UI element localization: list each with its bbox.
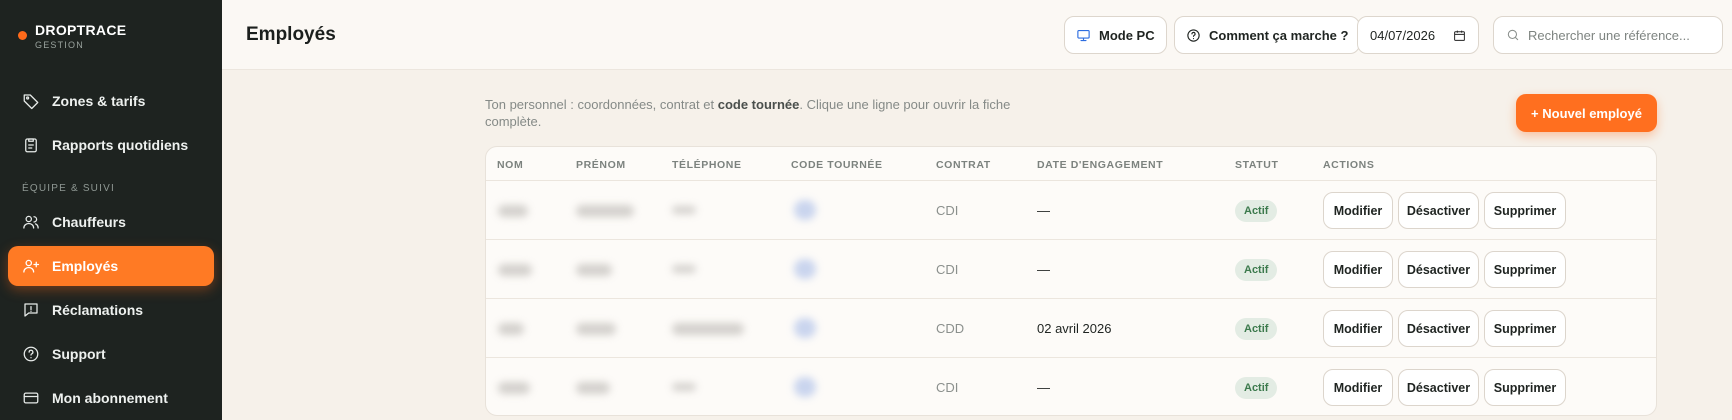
user-plus-icon [23,259,40,273]
column-header-nom[interactable]: NOM [497,159,523,171]
sidebar-item-zones-tarifs[interactable]: Zones & tarifs [8,81,214,121]
monitor-icon [1077,29,1090,41]
sidebar-item-reclamations[interactable]: Réclamations [8,290,214,330]
calendar-icon[interactable] [1453,29,1466,42]
redacted-phone [672,206,696,214]
tag-icon [23,94,39,110]
delete-button[interactable]: Supprimer [1484,251,1566,288]
redacted-tour-code [794,259,816,279]
redacted-name [498,205,528,217]
table-row[interactable]: CDD 02 avril 2026 Actif Modifier Désacti… [486,299,1656,358]
search-input[interactable] [1528,27,1708,43]
how-it-works-button[interactable]: Comment ça marche ? [1174,16,1361,54]
table-row[interactable]: CDI — Actif Modifier Désactiver Supprime… [486,181,1656,240]
hire-date-cell: — [1037,380,1050,395]
status-badge: Actif [1235,318,1278,340]
redacted-name [498,382,530,394]
message-alert-icon [24,303,38,317]
mode-pc-label: Mode PC [1099,27,1155,43]
users-icon [23,215,39,229]
status-badge: Actif [1235,259,1278,281]
column-header-prenom[interactable]: PRÉNOM [576,159,626,171]
contract-cell: CDD [936,321,965,336]
employees-table: NOM PRÉNOM TÉLÉPHONE CODE TOURNÉE CONTRA… [485,146,1657,416]
redacted-phone [672,383,696,391]
sidebar-item-support[interactable]: Support [8,334,214,374]
deactivate-button[interactable]: Désactiver [1398,369,1479,406]
new-employee-button[interactable]: + Nouvel employé [1516,94,1657,132]
search-icon [1507,29,1519,41]
column-header-telephone[interactable]: TÉLÉPHONE [672,159,742,171]
contract-cell: CDI [936,380,959,395]
redacted-tour-code [794,377,816,397]
edit-button[interactable]: Modifier [1323,369,1393,406]
sidebar-item-label: Zones & tarifs [52,93,146,109]
sidebar-item-label: Mon abonnement [52,390,168,406]
table-row[interactable]: CDI — Actif Modifier Désactiver Supprime… [486,240,1656,299]
redacted-tour-code [794,318,816,338]
delete-button[interactable]: Supprimer [1484,192,1566,229]
brand-dot-icon [18,31,27,40]
search-box[interactable] [1493,16,1723,54]
sidebar-item-chauffeurs[interactable]: Chauffeurs [8,202,214,242]
nav-section-label: ÉQUIPE & SUIVI [22,183,115,194]
redacted-firstname [576,205,634,217]
credit-card-icon [23,392,39,404]
status-badge: Actif [1235,200,1278,222]
help-circle-icon [1187,28,1200,42]
sidebar-item-label: Chauffeurs [52,214,126,230]
date-picker[interactable]: 04/07/2026 [1357,16,1479,54]
hire-date-cell: — [1037,203,1050,218]
column-header-statut[interactable]: STATUT [1235,159,1278,171]
column-header-date-engagement[interactable]: DATE D'ENGAGEMENT [1037,159,1163,171]
page-title: Employés [246,24,336,45]
column-header-actions: ACTIONS [1323,159,1375,171]
redacted-phone [672,323,744,335]
redacted-phone [672,265,696,273]
delete-button[interactable]: Supprimer [1484,369,1566,406]
edit-button[interactable]: Modifier [1323,192,1393,229]
sidebar-item-abonnement[interactable]: Mon abonnement [8,378,214,418]
sidebar-item-label: Employés [52,258,119,274]
redacted-firstname [576,382,610,394]
redacted-tour-code [794,200,816,220]
hire-date-cell: — [1037,262,1050,277]
intro-text: Ton personnel : coordonnées, contrat et [485,97,718,112]
deactivate-button[interactable]: Désactiver [1398,310,1479,347]
sidebar-item-label: Rapports quotidiens [52,137,189,153]
redacted-firstname [576,264,612,276]
contract-cell: CDI [936,203,959,218]
brand[interactable]: DROPTRACE GESTION [18,22,126,50]
delete-button[interactable]: Supprimer [1484,310,1566,347]
table-header: NOM PRÉNOM TÉLÉPHONE CODE TOURNÉE CONTRA… [486,147,1656,181]
column-header-contrat[interactable]: CONTRAT [936,159,991,171]
contract-cell: CDI [936,262,959,277]
how-it-works-label: Comment ça marche ? [1209,27,1349,43]
date-value: 04/07/2026 [1370,27,1436,43]
sidebar-item-label: Support [52,346,106,362]
redacted-name [498,264,532,276]
clipboard-icon [25,138,37,153]
deactivate-button[interactable]: Désactiver [1398,251,1479,288]
page-description: Ton personnel : coordonnées, contrat et … [485,96,1025,130]
edit-button[interactable]: Modifier [1323,251,1393,288]
redacted-firstname [576,323,616,335]
sidebar-item-label: Réclamations [52,302,144,318]
brand-subtitle: GESTION [35,40,84,50]
intro-bold-text: code tournée [717,97,800,112]
sidebar: DROPTRACE GESTION Zones & tarifs Rapport… [0,0,222,420]
brand-name: DROPTRACE [35,22,127,38]
column-header-code-tournee[interactable]: CODE TOURNÉE [791,159,883,171]
sidebar-item-rapports[interactable]: Rapports quotidiens [8,125,214,165]
mode-pc-button[interactable]: Mode PC [1064,16,1167,54]
table-row[interactable]: CDI — Actif Modifier Désactiver Supprime… [486,358,1656,415]
deactivate-button[interactable]: Désactiver [1398,192,1479,229]
help-circle-icon [23,346,39,362]
sidebar-item-employes[interactable]: Employés [8,246,214,286]
redacted-name [498,323,524,335]
status-badge: Actif [1235,377,1278,399]
edit-button[interactable]: Modifier [1323,310,1393,347]
hire-date-cell: 02 avril 2026 [1037,321,1112,336]
